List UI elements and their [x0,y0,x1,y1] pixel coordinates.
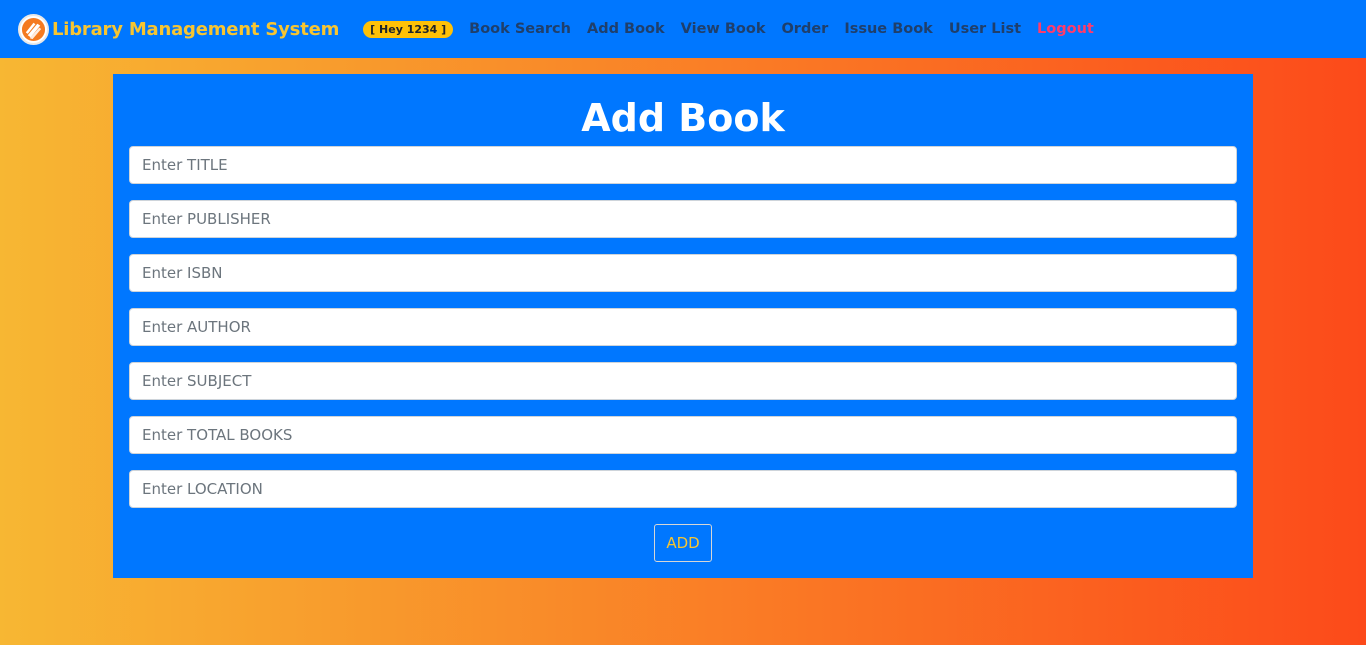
nav-order[interactable]: Order [773,21,836,37]
user-greeting-badge: [ Hey 1234 ] [363,20,454,38]
nav-view-book[interactable]: View Book [673,21,774,37]
nav-add-book[interactable]: Add Book [579,21,673,37]
brand-title: Library Management System [52,18,340,40]
isbn-input[interactable] [129,254,1237,292]
add-book-card: Add Book ADD [113,74,1253,578]
button-row: ADD [129,524,1237,562]
add-book-form: ADD [129,146,1237,562]
nav-issue-book[interactable]: Issue Book [836,21,940,37]
location-input[interactable] [129,470,1237,508]
navbar: Library Management System [ Hey 1234 ] B… [0,0,1366,58]
title-input[interactable] [129,146,1237,184]
total-books-input[interactable] [129,416,1237,454]
author-input[interactable] [129,308,1237,346]
nav-logout[interactable]: Logout [1029,21,1102,37]
add-button[interactable]: ADD [654,524,712,562]
nav-book-search[interactable]: Book Search [461,21,579,37]
publisher-input[interactable] [129,200,1237,238]
subject-input[interactable] [129,362,1237,400]
page-title: Add Book [581,96,785,140]
brand-link[interactable]: Library Management System [18,13,340,45]
library-logo-icon [18,13,49,45]
nav-links: Book Search Add Book View Book Order Iss… [461,21,1102,37]
nav-user-list[interactable]: User List [941,21,1029,37]
